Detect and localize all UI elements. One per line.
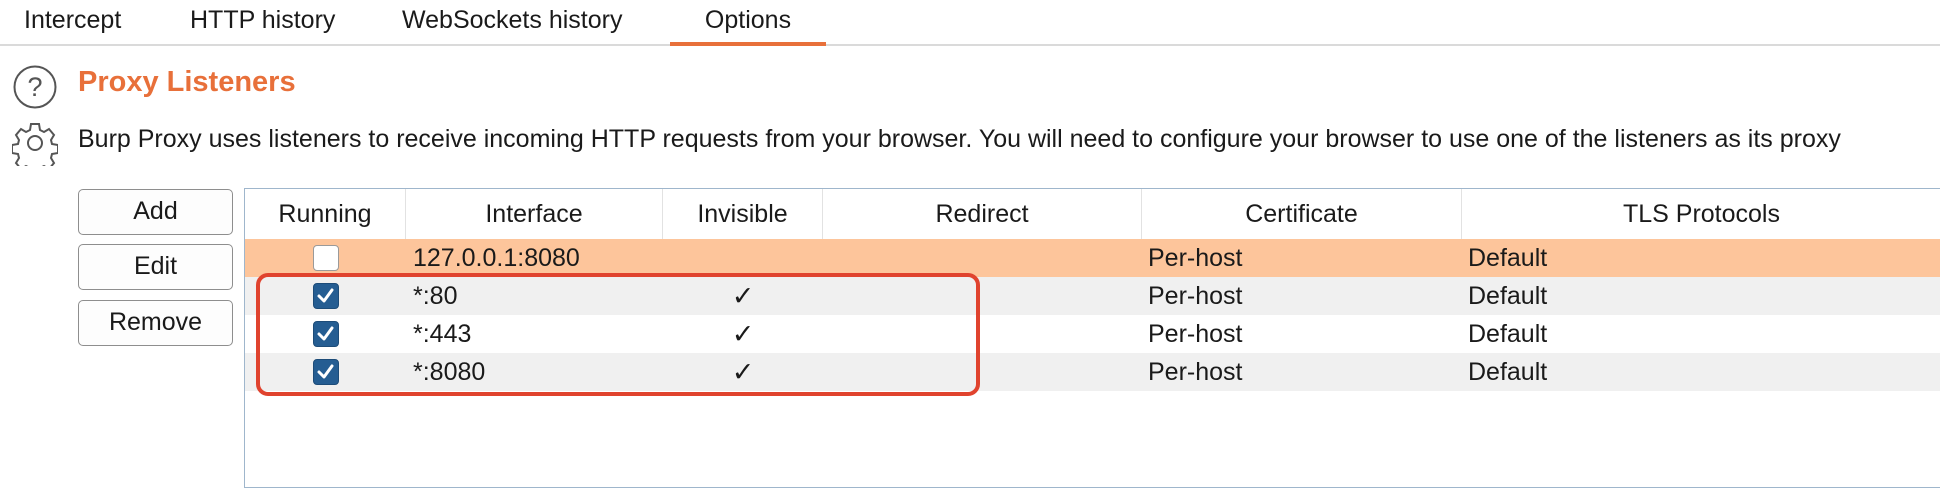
column-header-tls-protocols[interactable]: TLS Protocols bbox=[1462, 189, 1940, 239]
tab-bar: Intercept HTTP history WebSockets histor… bbox=[0, 0, 1940, 46]
gear-icon[interactable] bbox=[12, 120, 58, 166]
remove-button[interactable]: Remove bbox=[78, 300, 233, 346]
cell-certificate: Per-host bbox=[1148, 244, 1243, 272]
tab-options[interactable]: Options bbox=[670, 0, 826, 46]
edit-button[interactable]: Edit bbox=[78, 244, 233, 290]
cell-certificate: Per-host bbox=[1148, 282, 1243, 310]
cell-interface: 127.0.0.1:8080 bbox=[413, 244, 580, 272]
table-header: Running Interface Invisible Redirect Cer… bbox=[245, 189, 1940, 239]
cell-tls-protocols: Default bbox=[1468, 358, 1548, 386]
section-description: Burp Proxy uses listeners to receive inc… bbox=[78, 125, 1841, 153]
table-row[interactable]: 127.0.0.1:8080 Per-host Default bbox=[245, 239, 1940, 277]
cell-tls-protocols: Default bbox=[1468, 282, 1548, 310]
column-header-running[interactable]: Running bbox=[245, 189, 406, 239]
running-checkbox[interactable] bbox=[313, 245, 339, 271]
column-header-invisible[interactable]: Invisible bbox=[663, 189, 823, 239]
tab-websockets-history[interactable]: WebSockets history bbox=[372, 0, 652, 46]
annotation-highlight-box bbox=[256, 273, 980, 396]
tab-http-history[interactable]: HTTP history bbox=[160, 0, 365, 46]
cell-tls-protocols: Default bbox=[1468, 244, 1548, 272]
tab-intercept[interactable]: Intercept bbox=[0, 0, 151, 46]
cell-tls-protocols: Default bbox=[1468, 320, 1548, 348]
section-title: Proxy Listeners bbox=[78, 66, 296, 98]
column-header-interface[interactable]: Interface bbox=[406, 189, 663, 239]
cell-invisible-check-icon bbox=[663, 239, 823, 277]
cell-certificate: Per-host bbox=[1148, 320, 1243, 348]
add-button[interactable]: Add bbox=[78, 189, 233, 235]
help-icon[interactable]: ? bbox=[12, 64, 58, 110]
column-header-certificate[interactable]: Certificate bbox=[1142, 189, 1462, 239]
svg-text:?: ? bbox=[27, 72, 42, 102]
cell-certificate: Per-host bbox=[1148, 358, 1243, 386]
column-header-redirect[interactable]: Redirect bbox=[823, 189, 1142, 239]
